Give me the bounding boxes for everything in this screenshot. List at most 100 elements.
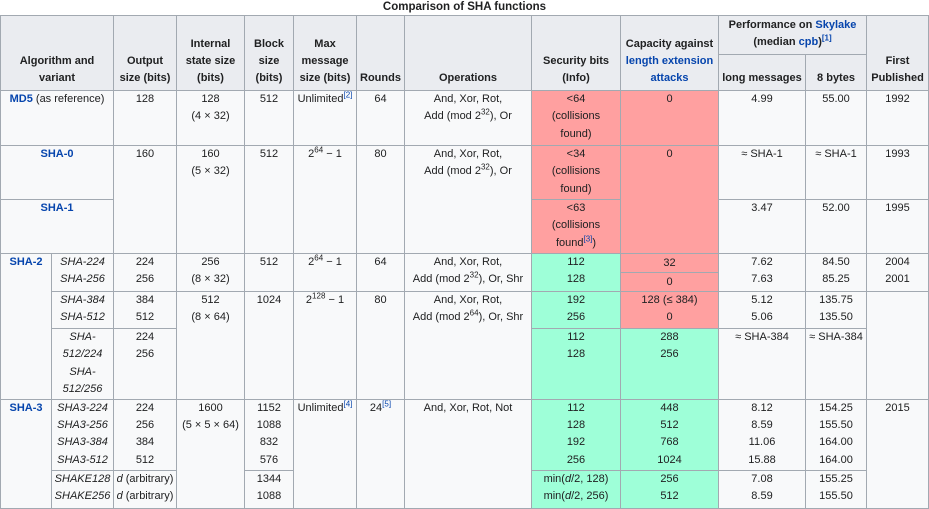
sha512-p8: 135.50 bbox=[819, 311, 853, 324]
perf-ref-link[interactable]: [1] bbox=[822, 33, 832, 42]
sha3-maxmsg-ref[interactable]: [4] bbox=[343, 399, 352, 408]
sha3-b2: 1088 bbox=[256, 419, 282, 432]
md5-maxmsg-ref[interactable]: [2] bbox=[343, 90, 352, 99]
shake256-sec-a: min( bbox=[543, 490, 565, 503]
md5-rounds: 64 bbox=[356, 90, 405, 146]
sha224-256-output: 224 256 bbox=[113, 253, 177, 292]
sha256-max-exp: 64 bbox=[314, 253, 324, 263]
security-l1: Security bits bbox=[542, 55, 610, 67]
sha1-perf-8: 52.00 bbox=[804, 199, 868, 254]
sha224-fp: 2004 bbox=[885, 256, 910, 268]
sha3-o4: 512 bbox=[135, 453, 155, 466]
sha384-pl: 5.12 bbox=[751, 294, 773, 306]
sha0-max-rest: − 1 bbox=[323, 148, 342, 160]
length-extension-link[interactable]: length extension attacks bbox=[626, 55, 713, 84]
sha0-internal: 160 (5 × 32) bbox=[176, 145, 245, 254]
sha0-security: <34 (collisions found) bbox=[531, 145, 621, 200]
sha0-block: 512 bbox=[244, 145, 294, 254]
sha512-out: 512 bbox=[135, 311, 155, 324]
row-sha0: SHA-0 160 160 (5 × 32) 512 264 − 1 80 And… bbox=[0, 145, 929, 254]
md5-link[interactable]: MD5 bbox=[10, 93, 33, 105]
sha0-ops-2b: ), Or bbox=[489, 165, 512, 178]
sha0-sec-2: (collisions bbox=[551, 165, 601, 178]
sha0-ops-exp: 32 bbox=[480, 162, 490, 172]
sha384-512-output: 384 512 bbox=[113, 291, 177, 329]
sha224-256-perf-long: 7.62 7.63 bbox=[718, 253, 806, 292]
sha3-s2: 128 bbox=[566, 419, 586, 432]
sha224-cap: 32 bbox=[621, 254, 718, 272]
sha0-ops-2a: Add (mod 2 bbox=[424, 165, 481, 178]
sha1-sec-2: (collisions bbox=[551, 219, 601, 232]
md5-perf-8: 55.00 bbox=[804, 90, 868, 146]
col-header-internal: Internal state size (bits) bbox=[176, 15, 245, 91]
sha-comparison-table: Algorithm and variant Output size (bits)… bbox=[0, 15, 929, 509]
sha1-first: 1995 bbox=[866, 199, 929, 254]
md5-maxmsg-text: Unlimited bbox=[297, 93, 344, 105]
sha512-224-sec: 112 bbox=[567, 331, 585, 343]
sha512-256-name: SHA-512/256 bbox=[62, 365, 103, 396]
shake256-sec-b: /2, 256) bbox=[571, 490, 609, 503]
sha3-p82: 155.50 bbox=[819, 419, 853, 432]
sha3-p83: 164.00 bbox=[819, 436, 853, 449]
sha256-ops-exp: 32 bbox=[469, 270, 479, 280]
sha224-out: 224 bbox=[135, 256, 155, 268]
sha0-operations: And, Xor, Rot, Add (mod 232), Or bbox=[404, 145, 532, 254]
sha384-512-perf-long: 5.12 5.06 bbox=[718, 291, 806, 329]
sha3-o3: 384 bbox=[135, 436, 155, 449]
row-sha384-512: SHA-384 SHA-512 384 512 512 (8 × 64) 1024 2… bbox=[1, 291, 929, 400]
sha3-internal: 1600 (5 × 5 × 64) bbox=[176, 398, 245, 509]
sha1-security: <63 (collisions found[3]) bbox=[531, 199, 621, 254]
col-header-first: First Published bbox=[866, 15, 929, 91]
sha512t-capacity: 288 256 bbox=[620, 328, 719, 400]
col-header-perf-long: long messages bbox=[718, 54, 806, 91]
sha3-c1: 448 bbox=[660, 401, 679, 414]
sha256-ops-2a: Add (mod 2 bbox=[412, 273, 470, 286]
skylake-link[interactable]: Skylake bbox=[815, 19, 856, 31]
sha3-pl4: 15.88 bbox=[748, 453, 776, 466]
sha3-b3: 832 bbox=[259, 436, 279, 449]
sha224-256-security: 112 128 bbox=[531, 253, 621, 292]
col-header-security: Security bits (Info) bbox=[531, 15, 621, 91]
sha3-rounds-ref[interactable]: [5] bbox=[382, 399, 391, 408]
sha3-c4: 1024 bbox=[657, 453, 682, 466]
sha3-512-name: SHA3-512 bbox=[57, 453, 108, 466]
sha512-224-out: 224 bbox=[135, 331, 155, 343]
sha3-int-1: 1600 bbox=[198, 401, 223, 414]
sha512t-output: 224 256 bbox=[113, 328, 177, 400]
md5-maxmsg: Unlimited[2] bbox=[293, 90, 357, 146]
sha3-output: 224 256 384 512 bbox=[113, 398, 177, 471]
sha256-int-1: 256 bbox=[201, 256, 220, 268]
sha512-224-name: SHA-512/224 bbox=[62, 331, 103, 361]
sha512-operations: And, Xor, Rot, Add (mod 264), Or, Shr bbox=[404, 291, 532, 400]
sha384-512-security: 192 256 bbox=[531, 291, 621, 329]
col-header-performance: Performance on Skylake (median cpb)[1] bbox=[717, 15, 868, 55]
sha0-max-exp: 64 bbox=[314, 145, 324, 155]
md5-internal: 128 (4 × 32) bbox=[176, 90, 245, 146]
sha256-max-rest: − 1 bbox=[323, 256, 342, 268]
sha3-c3: 768 bbox=[660, 436, 679, 449]
sha3-link[interactable]: SHA-3 bbox=[9, 402, 42, 414]
maxmsg-l2: message size (bits) bbox=[299, 55, 351, 84]
sha0-link[interactable]: SHA-0 bbox=[40, 148, 73, 160]
sha2-link[interactable]: SHA-2 bbox=[9, 256, 42, 268]
col-header-capacity: Capacity against length extension attack… bbox=[620, 15, 719, 91]
sha512-ops-2a: Add (mod 2 bbox=[412, 311, 470, 324]
md5-sec-3: found) bbox=[560, 127, 592, 140]
sha1-link[interactable]: SHA-1 bbox=[40, 202, 73, 214]
sha512-256-out: 256 bbox=[135, 348, 155, 361]
sha3-b1: 1152 bbox=[257, 401, 281, 414]
md5-ops-exp: 32 bbox=[480, 107, 490, 117]
col-header-algorithm: Algorithm and variant bbox=[0, 15, 114, 91]
sha3-p84: 164.00 bbox=[819, 453, 853, 466]
sha0-rounds: 80 bbox=[356, 145, 405, 254]
sha3-block: 1152 1088 832 576 bbox=[244, 398, 294, 471]
sha3-family-cell: SHA-3 bbox=[0, 398, 52, 509]
shake256-p8: 155.50 bbox=[819, 490, 853, 503]
sha512-ops-exp: 64 bbox=[469, 308, 479, 318]
sha384-name: SHA-384 bbox=[60, 294, 105, 306]
cpb-link[interactable]: cpb bbox=[799, 36, 819, 48]
sha256-maxmsg: 264 − 1 bbox=[293, 253, 357, 292]
sha3-s1: 112 bbox=[567, 401, 585, 414]
md5-ops-2a: Add (mod 2 bbox=[424, 110, 481, 123]
shake128-sec-a: min( bbox=[543, 472, 565, 485]
